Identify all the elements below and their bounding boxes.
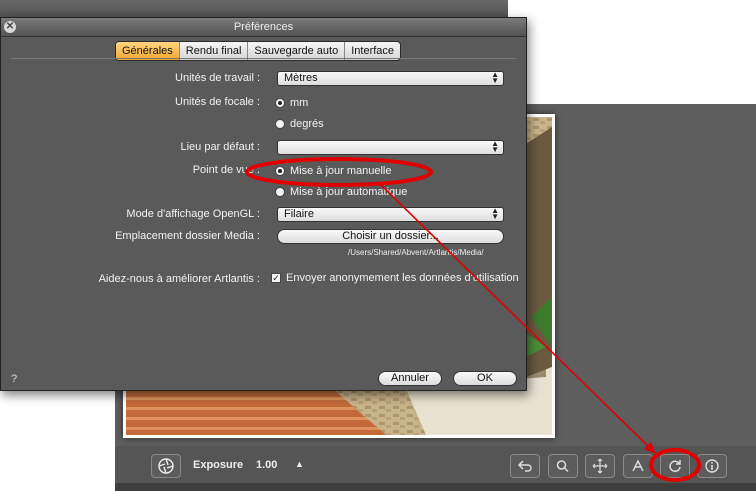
pan-button[interactable]	[585, 454, 615, 478]
viewpoint-manual-label: Mise à jour manuelle	[290, 165, 392, 177]
radio-selected-icon	[275, 98, 285, 108]
opengl-mode-label: Mode d'affichage OpenGL :	[126, 208, 260, 220]
checkmark-icon: ✓	[271, 273, 281, 283]
walk-icon	[632, 459, 644, 472]
tab-divider	[11, 58, 516, 59]
undo-icon	[517, 460, 532, 472]
exposure-up-icon[interactable]: ▲	[295, 459, 304, 469]
ok-button[interactable]: OK	[453, 371, 517, 386]
choose-folder-button[interactable]: Choisir un dossier...	[277, 229, 504, 244]
dialog-title: Préférences	[233, 21, 294, 33]
viewpoint-manual-radio[interactable]: Mise à jour manuelle	[275, 165, 392, 177]
media-folder-path: /Users/Shared/Abvent/Artlantis/Media/	[348, 248, 484, 257]
exposure-value[interactable]: 1.00	[256, 459, 277, 471]
info-icon	[705, 459, 719, 473]
opengl-mode-value: Filaire	[284, 208, 314, 220]
status-strip	[115, 483, 756, 491]
shutter-icon	[158, 458, 174, 474]
cancel-button[interactable]: Annuler	[378, 371, 442, 386]
info-button[interactable]	[697, 454, 727, 478]
work-units-select[interactable]: Mètres ▲ ▼	[277, 71, 504, 86]
select-arrows-icon: ▲ ▼	[491, 206, 499, 221]
zoom-icon	[556, 460, 569, 473]
focal-units-degres-radio[interactable]: degrés	[275, 118, 324, 130]
usage-data-label: Envoyer anonymement les données d'utilis…	[286, 272, 519, 284]
bottom-toolbar: Exposure 1.00 ▲	[115, 446, 756, 483]
viewpoint-auto-label: Mise à jour automatique	[290, 186, 408, 198]
undo-button[interactable]	[510, 454, 540, 478]
focal-units-label: Unités de focale :	[175, 96, 260, 108]
viewpoint-label: Point de vue :	[192, 164, 260, 176]
help-button[interactable]: ?	[11, 373, 17, 385]
focal-units-mm-radio[interactable]: mm	[275, 97, 308, 109]
focal-units-degres-label: degrés	[290, 118, 324, 130]
walk-button[interactable]	[623, 454, 653, 478]
opengl-mode-select[interactable]: Filaire ▲ ▼	[277, 207, 504, 222]
work-units-label: Unités de travail :	[175, 72, 260, 84]
usage-data-checkbox[interactable]: ✓ Envoyer anonymement les données d'util…	[271, 272, 519, 284]
default-location-label: Lieu par défaut :	[180, 141, 260, 153]
pan-icon	[592, 458, 608, 474]
exposure-label: Exposure	[193, 459, 244, 471]
refresh-button[interactable]	[660, 454, 690, 478]
media-folder-label: Emplacement dossier Media :	[115, 230, 260, 242]
improve-label: Aidez-nous à améliorer Artlantis :	[98, 273, 260, 285]
preferences-dialog: ✕ Préférences Générales Rendu final Sauv…	[0, 17, 527, 391]
radio-selected-icon	[275, 166, 285, 176]
zoom-button[interactable]	[548, 454, 578, 478]
default-location-select[interactable]: ▲ ▼	[277, 140, 504, 155]
viewpoint-auto-radio[interactable]: Mise à jour automatique	[275, 186, 407, 198]
select-arrows-icon: ▲ ▼	[491, 139, 499, 154]
focal-units-mm-label: mm	[290, 97, 309, 109]
refresh-icon	[669, 460, 681, 473]
dialog-titlebar[interactable]: ✕ Préférences	[1, 18, 526, 37]
radio-unselected-icon	[275, 119, 285, 129]
camera-shutter-button[interactable]	[151, 454, 181, 478]
select-arrows-icon: ▲ ▼	[491, 70, 499, 85]
work-units-value: Mètres	[284, 72, 318, 84]
radio-unselected-icon	[275, 187, 285, 197]
